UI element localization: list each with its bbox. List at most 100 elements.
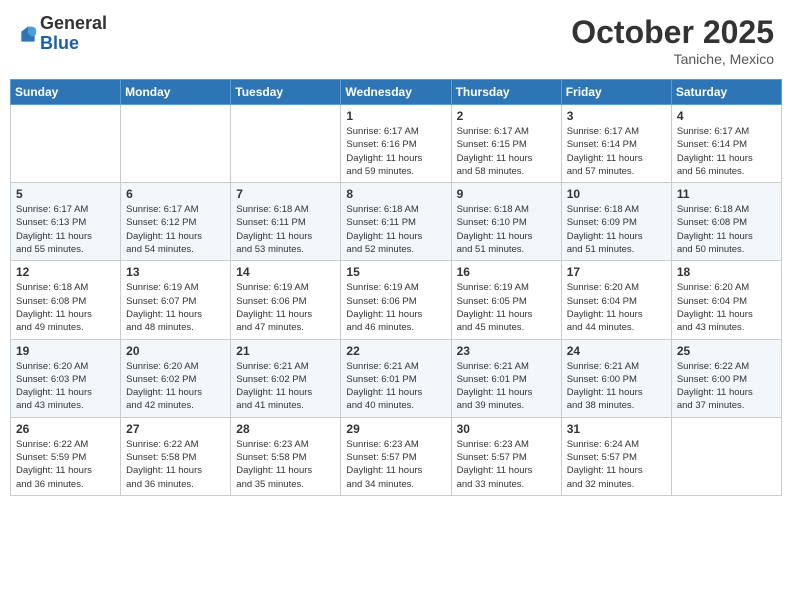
day-number: 22 (346, 344, 445, 358)
day-number: 8 (346, 187, 445, 201)
calendar-cell: 24 Sunrise: 6:21 AM Sunset: 6:00 PM Dayli… (561, 339, 671, 417)
weekday-header-thursday: Thursday (451, 80, 561, 105)
day-number: 19 (16, 344, 115, 358)
day-info: Sunrise: 6:17 AM Sunset: 6:14 PM Dayligh… (567, 125, 666, 178)
calendar-cell: 5Sunrise: 6:17 AM Sunset: 6:13 PM Daylig… (11, 183, 121, 261)
day-info: Sunrise: 6:17 AM Sunset: 6:14 PM Dayligh… (677, 125, 776, 178)
calendar-cell (671, 417, 781, 495)
day-info: Sunrise: 6:17 AM Sunset: 6:13 PM Dayligh… (16, 203, 115, 256)
calendar-cell: 13 Sunrise: 6:19 AM Sunset: 6:07 PM Dayli… (121, 261, 231, 339)
day-number: 15 (346, 265, 445, 279)
calendar-cell: 21Sunrise: 6:21 AM Sunset: 6:02 PM Dayli… (231, 339, 341, 417)
page-header: General Blue October 2025 Taniche, Mexic… (10, 10, 782, 71)
day-number: 2 (457, 109, 556, 123)
day-info: Sunrise: 6:23 AM Sunset: 5:57 PM Dayligh… (346, 438, 445, 491)
calendar-cell: 31 Sunrise: 6:24 AM Sunset: 5:57 PM Dayli… (561, 417, 671, 495)
calendar-cell: 16Sunrise: 6:19 AM Sunset: 6:05 PM Dayli… (451, 261, 561, 339)
day-number: 18 (677, 265, 776, 279)
logo: General Blue (18, 14, 107, 54)
day-info: Sunrise: 6:21 AM Sunset: 6:00 PM Dayligh… (567, 360, 666, 413)
day-info: Sunrise: 6:20 AM Sunset: 6:02 PM Dayligh… (126, 360, 225, 413)
day-info: Sunrise: 6:19 AM Sunset: 6:06 PM Dayligh… (236, 281, 335, 334)
day-info: Sunrise: 6:18 AM Sunset: 6:11 PM Dayligh… (236, 203, 335, 256)
day-info: Sunrise: 6:21 AM Sunset: 6:01 PM Dayligh… (457, 360, 556, 413)
day-info: Sunrise: 6:18 AM Sunset: 6:08 PM Dayligh… (677, 203, 776, 256)
day-number: 30 (457, 422, 556, 436)
day-number: 31 (567, 422, 666, 436)
day-info: Sunrise: 6:18 AM Sunset: 6:10 PM Dayligh… (457, 203, 556, 256)
week-row-4: 19 Sunrise: 6:20 AM Sunset: 6:03 PM Dayli… (11, 339, 782, 417)
day-number: 25 (677, 344, 776, 358)
day-info: Sunrise: 6:23 AM Sunset: 5:57 PM Dayligh… (457, 438, 556, 491)
day-number: 3 (567, 109, 666, 123)
weekday-header-tuesday: Tuesday (231, 80, 341, 105)
day-number: 28 (236, 422, 335, 436)
calendar-cell: 6 Sunrise: 6:17 AM Sunset: 6:12 PM Daylig… (121, 183, 231, 261)
day-number: 24 (567, 344, 666, 358)
day-number: 13 (126, 265, 225, 279)
day-info: Sunrise: 6:21 AM Sunset: 6:01 PM Dayligh… (346, 360, 445, 413)
month-title: October 2025 (571, 14, 774, 51)
calendar-cell (231, 105, 341, 183)
day-info: Sunrise: 6:20 AM Sunset: 6:03 PM Dayligh… (16, 360, 115, 413)
day-info: Sunrise: 6:19 AM Sunset: 6:07 PM Dayligh… (126, 281, 225, 334)
title-area: October 2025 Taniche, Mexico (571, 14, 774, 67)
day-info: Sunrise: 6:18 AM Sunset: 6:09 PM Dayligh… (567, 203, 666, 256)
day-number: 14 (236, 265, 335, 279)
day-info: Sunrise: 6:17 AM Sunset: 6:16 PM Dayligh… (346, 125, 445, 178)
calendar-table: SundayMondayTuesdayWednesdayThursdayFrid… (10, 79, 782, 496)
location: Taniche, Mexico (571, 51, 774, 67)
weekday-header-row: SundayMondayTuesdayWednesdayThursdayFrid… (11, 80, 782, 105)
day-info: Sunrise: 6:18 AM Sunset: 6:08 PM Dayligh… (16, 281, 115, 334)
day-info: Sunrise: 6:18 AM Sunset: 6:11 PM Dayligh… (346, 203, 445, 256)
day-number: 17 (567, 265, 666, 279)
calendar-cell: 25Sunrise: 6:22 AM Sunset: 6:00 PM Dayli… (671, 339, 781, 417)
calendar-cell: 3 Sunrise: 6:17 AM Sunset: 6:14 PM Daylig… (561, 105, 671, 183)
day-number: 16 (457, 265, 556, 279)
week-row-2: 5Sunrise: 6:17 AM Sunset: 6:13 PM Daylig… (11, 183, 782, 261)
weekday-header-monday: Monday (121, 80, 231, 105)
calendar-cell: 10 Sunrise: 6:18 AM Sunset: 6:09 PM Dayli… (561, 183, 671, 261)
day-number: 27 (126, 422, 225, 436)
calendar-cell (121, 105, 231, 183)
day-number: 21 (236, 344, 335, 358)
calendar-cell: 12Sunrise: 6:18 AM Sunset: 6:08 PM Dayli… (11, 261, 121, 339)
calendar-cell: 28Sunrise: 6:23 AM Sunset: 5:58 PM Dayli… (231, 417, 341, 495)
logo-blue: Blue (40, 34, 107, 54)
day-number: 26 (16, 422, 115, 436)
day-number: 7 (236, 187, 335, 201)
weekday-header-friday: Friday (561, 80, 671, 105)
calendar-cell: 19 Sunrise: 6:20 AM Sunset: 6:03 PM Dayli… (11, 339, 121, 417)
day-number: 29 (346, 422, 445, 436)
calendar-cell: 22 Sunrise: 6:21 AM Sunset: 6:01 PM Dayli… (341, 339, 451, 417)
day-info: Sunrise: 6:24 AM Sunset: 5:57 PM Dayligh… (567, 438, 666, 491)
day-number: 9 (457, 187, 556, 201)
calendar-cell: 8 Sunrise: 6:18 AM Sunset: 6:11 PM Daylig… (341, 183, 451, 261)
day-number: 4 (677, 109, 776, 123)
day-info: Sunrise: 6:22 AM Sunset: 5:59 PM Dayligh… (16, 438, 115, 491)
week-row-3: 12Sunrise: 6:18 AM Sunset: 6:08 PM Dayli… (11, 261, 782, 339)
day-number: 10 (567, 187, 666, 201)
logo-text: General Blue (40, 14, 107, 54)
calendar-cell: 4 Sunrise: 6:17 AM Sunset: 6:14 PM Daylig… (671, 105, 781, 183)
day-info: Sunrise: 6:19 AM Sunset: 6:06 PM Dayligh… (346, 281, 445, 334)
day-info: Sunrise: 6:17 AM Sunset: 6:12 PM Dayligh… (126, 203, 225, 256)
calendar-cell: 18 Sunrise: 6:20 AM Sunset: 6:04 PM Dayli… (671, 261, 781, 339)
calendar-cell: 17Sunrise: 6:20 AM Sunset: 6:04 PM Dayli… (561, 261, 671, 339)
weekday-header-saturday: Saturday (671, 80, 781, 105)
calendar-cell: 26 Sunrise: 6:22 AM Sunset: 5:59 PM Dayli… (11, 417, 121, 495)
day-number: 11 (677, 187, 776, 201)
day-number: 6 (126, 187, 225, 201)
calendar-cell: 15 Sunrise: 6:19 AM Sunset: 6:06 PM Dayli… (341, 261, 451, 339)
day-number: 23 (457, 344, 556, 358)
day-info: Sunrise: 6:22 AM Sunset: 5:58 PM Dayligh… (126, 438, 225, 491)
calendar-cell: 11 Sunrise: 6:18 AM Sunset: 6:08 PM Dayli… (671, 183, 781, 261)
calendar-cell: 29 Sunrise: 6:23 AM Sunset: 5:57 PM Dayli… (341, 417, 451, 495)
weekday-header-wednesday: Wednesday (341, 80, 451, 105)
calendar-cell: 1Sunrise: 6:17 AM Sunset: 6:16 PM Daylig… (341, 105, 451, 183)
day-info: Sunrise: 6:17 AM Sunset: 6:15 PM Dayligh… (457, 125, 556, 178)
calendar-cell (11, 105, 121, 183)
weekday-header-sunday: Sunday (11, 80, 121, 105)
week-row-1: 1Sunrise: 6:17 AM Sunset: 6:16 PM Daylig… (11, 105, 782, 183)
day-info: Sunrise: 6:20 AM Sunset: 6:04 PM Dayligh… (677, 281, 776, 334)
